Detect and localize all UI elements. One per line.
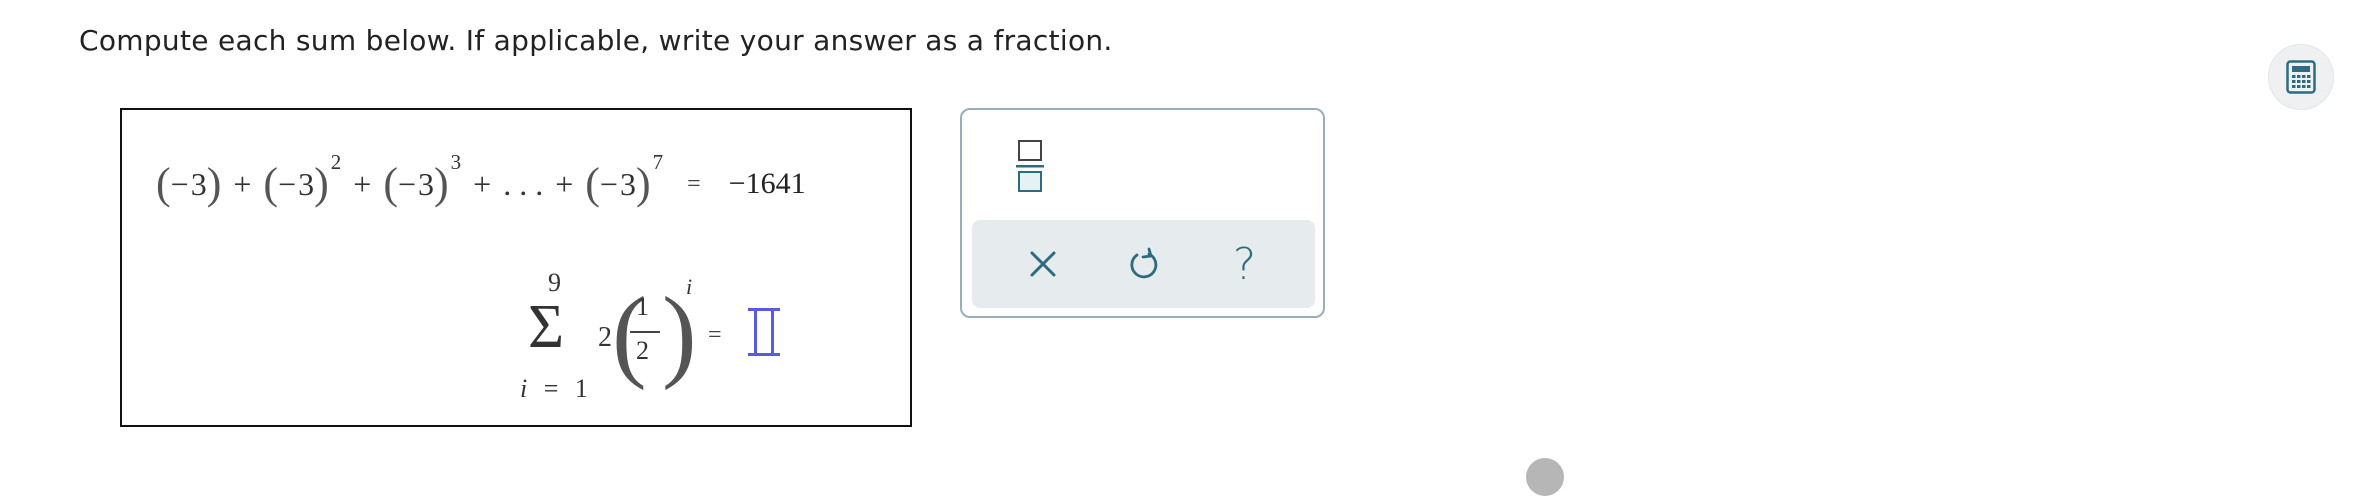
lower-limit-var: i (520, 374, 528, 403)
neg-sign: − (599, 165, 618, 202)
exponent-2: 2 (330, 149, 342, 174)
fraction-template-icon (1016, 140, 1044, 192)
plus-sign: + (233, 165, 252, 202)
clear-button[interactable] (1015, 236, 1071, 292)
x-icon (1030, 251, 1055, 277)
lower-limit-equals: = (543, 374, 559, 403)
fraction-denominator: 2 (636, 336, 649, 365)
sum-exponent: i (686, 274, 693, 299)
open-paren: ( (156, 159, 171, 208)
neg-sign: − (170, 165, 189, 202)
base-number: 3 (619, 165, 636, 202)
sum-coefficient: 2 (598, 322, 612, 353)
toolbar-actions: ? (972, 220, 1315, 308)
problem-box: (−3) + (−3) 2 + (−3) 3 + . . . + (−3) 7 = −… (120, 108, 912, 427)
instructions-text: Compute each sum below. If applicable, w… (79, 24, 1113, 57)
math-toolbar: ? (960, 108, 1325, 318)
lower-limit-value: 1 (574, 374, 588, 403)
close-paren: ) (314, 159, 329, 208)
sigma-lower-limit: i = 1 (520, 374, 588, 404)
help-button[interactable]: ? (1217, 236, 1273, 292)
undo-button[interactable] (1116, 236, 1172, 292)
close-paren: ) (635, 159, 651, 208)
calculator-icon (2286, 60, 2316, 94)
fraction-button[interactable] (1010, 136, 1050, 196)
base-number: 3 (298, 165, 315, 202)
exponent-3: 3 (450, 149, 462, 174)
fraction-bar (630, 331, 660, 333)
sigma-symbol: Σ (528, 293, 565, 361)
neg-sign: − (397, 165, 417, 202)
close-paren: ) (434, 159, 449, 208)
help-icon: ? (1232, 238, 1257, 290)
plus-sign: + (353, 165, 372, 202)
answer-input[interactable] (748, 308, 780, 356)
open-paren: ( (383, 159, 398, 208)
base-number: 3 (190, 165, 207, 202)
equals-sign: = (708, 322, 722, 348)
exponent-7: 7 (652, 149, 664, 174)
fraction-numerator: 1 (636, 292, 649, 321)
calculator-button[interactable] (2268, 44, 2334, 110)
neg-sign: − (278, 165, 297, 202)
ellipsis: . . . (503, 165, 544, 202)
problem-1-answer: −1641 (728, 167, 806, 200)
close-paren: ) (206, 159, 222, 208)
problem-1-expression: (−3) + (−3) 2 + (−3) 3 + . . . + (−3) 7 = −… (156, 150, 806, 214)
equals-sign: = (687, 170, 701, 197)
open-paren: ( (263, 159, 279, 208)
undo-icon (1129, 247, 1157, 279)
base-number: 3 (418, 165, 435, 202)
plus-sign: + (555, 165, 574, 202)
plus-sign: + (473, 165, 492, 202)
open-paren: ( (585, 159, 600, 208)
scroll-indicator[interactable] (1526, 458, 1564, 496)
